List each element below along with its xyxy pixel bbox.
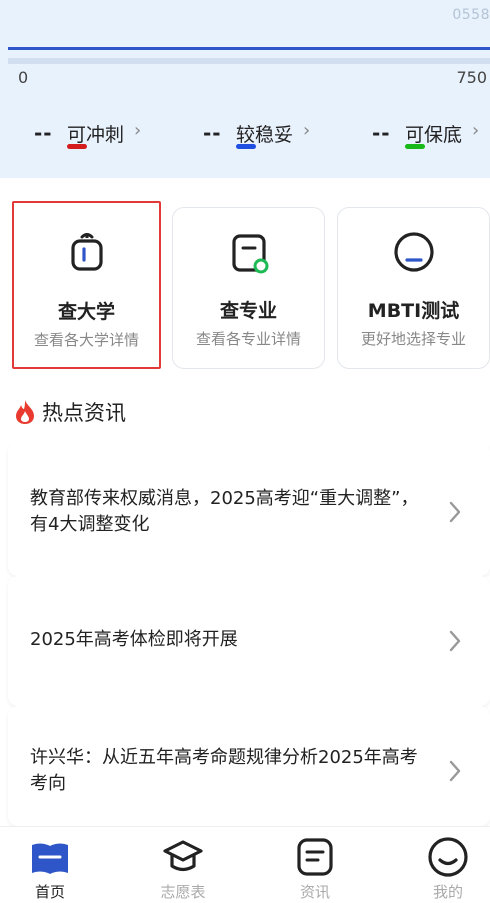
graduation-cap-icon	[163, 840, 203, 872]
fallback-indicator	[405, 144, 425, 149]
section-title: 热点资讯	[42, 401, 126, 425]
chevron-right-icon: ›	[134, 120, 142, 141]
card-search-major[interactable]: 查专业 查看各专业详情	[172, 207, 325, 369]
reach-count: --	[34, 121, 53, 145]
news-headline: 许兴华：从近五年高考命题规律分析2025年高考考向	[30, 747, 418, 794]
news-item[interactable]: 教育部传来权威消息，2025高考迎“重大调整”，有4大调整变化	[8, 442, 490, 576]
category-fallback[interactable]: -- 可保底 ›	[372, 118, 490, 158]
card-title: MBTI测试	[367, 300, 460, 322]
card-title: 查大学	[57, 301, 115, 323]
reach-label: 可冲刺	[67, 124, 125, 146]
tab-home[interactable]: 首页	[0, 827, 100, 903]
card-subtitle: 查看各专业详情	[195, 330, 301, 348]
score-min-label: 0	[18, 68, 29, 87]
reach-indicator	[67, 144, 87, 149]
fire-icon	[16, 400, 34, 424]
mbti-face-icon	[393, 232, 434, 272]
tab-label: 首页	[34, 883, 65, 901]
chevron-right-icon: ›	[303, 120, 311, 141]
fallback-label: 可保底	[405, 124, 463, 146]
card-subtitle: 更好地选择专业	[360, 330, 466, 348]
chevron-right-icon	[449, 501, 461, 523]
profile-smile-icon	[428, 837, 468, 877]
score-range-track	[8, 58, 490, 64]
card-mbti-test[interactable]: MBTI测试 更好地选择专业	[337, 207, 490, 369]
tab-label: 我的	[432, 883, 463, 901]
score-panel: 0558 0 750 -- 可冲刺 › -- 较稳妥 › -- 可保底 ›	[0, 0, 490, 178]
safe-count: --	[203, 121, 222, 145]
school-bag-icon	[70, 233, 103, 271]
safe-indicator	[236, 144, 256, 149]
card-search-university[interactable]: 查大学 查看各大学详情	[12, 201, 161, 369]
news-headline: 2025年高考体检即将开展	[30, 629, 238, 650]
news-headline: 教育部传来权威消息，2025高考迎“重大调整”，有4大调整变化	[30, 488, 419, 535]
chevron-right-icon	[449, 760, 461, 782]
tab-label: 资讯	[299, 883, 330, 901]
card-title: 查专业	[219, 300, 277, 322]
card-subtitle: 查看各大学详情	[33, 331, 139, 349]
tab-label: 志愿表	[160, 883, 206, 901]
news-doc-icon	[297, 838, 333, 876]
news-item[interactable]: 许兴华：从近五年高考命题规律分析2025年高考考向	[8, 706, 490, 826]
major-doc-icon	[231, 234, 268, 274]
tab-news[interactable]: 资讯	[265, 827, 365, 903]
home-book-icon	[32, 843, 68, 874]
category-reach[interactable]: -- 可冲刺 ›	[34, 118, 154, 158]
chevron-right-icon	[449, 630, 461, 652]
chevron-right-icon: ›	[472, 120, 480, 141]
safe-label: 较稳妥	[236, 124, 294, 146]
score-max-label: 750	[456, 68, 487, 87]
news-item[interactable]: 2025年高考体检即将开展	[8, 576, 490, 706]
fallback-count: --	[372, 121, 391, 145]
score-range-line	[8, 47, 490, 50]
bottom-tab-bar: 首页 志愿表 资讯 我的	[0, 826, 490, 903]
tab-profile[interactable]: 我的	[398, 827, 490, 903]
watermark-text: 0558	[452, 7, 490, 23]
category-safe[interactable]: -- 较稳妥 ›	[203, 118, 323, 158]
tab-application-form[interactable]: 志愿表	[133, 827, 233, 903]
